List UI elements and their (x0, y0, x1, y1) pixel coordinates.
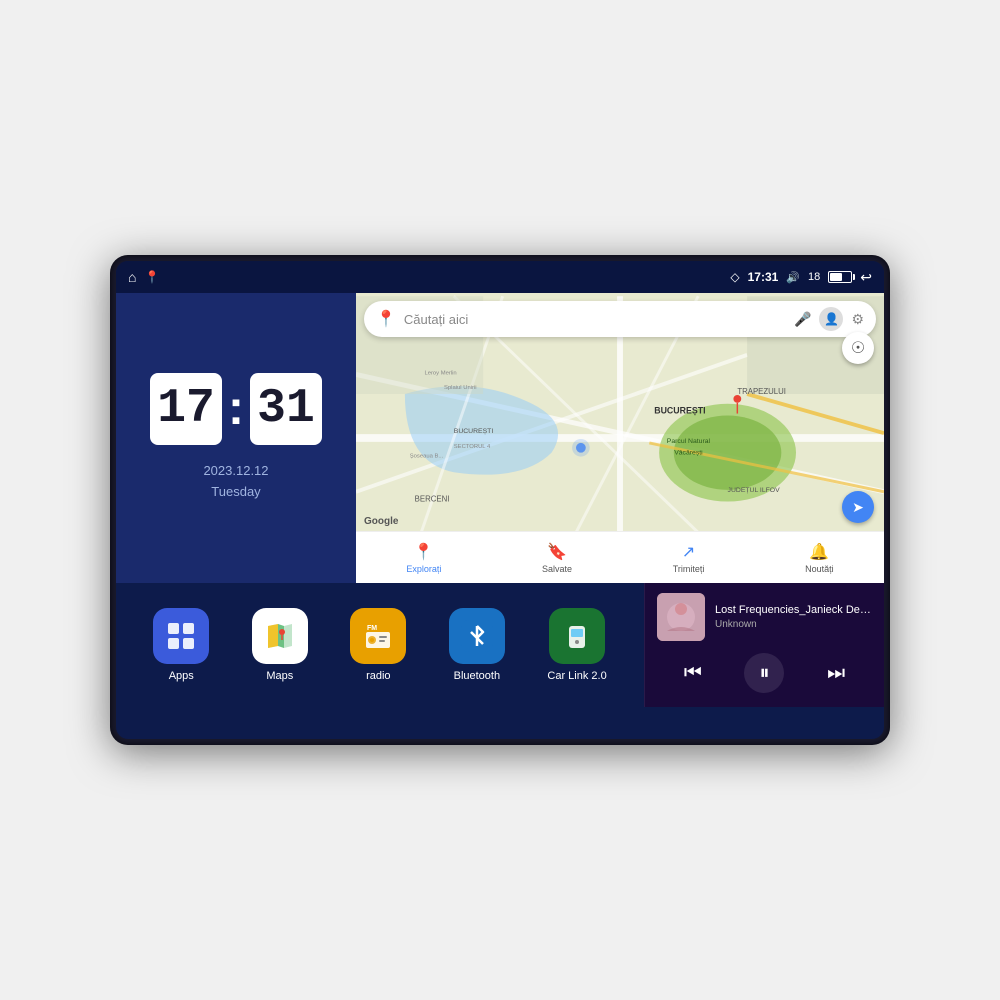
svg-text:JUDEȚUL ILFOV: JUDEȚUL ILFOV (728, 487, 781, 494)
status-right: ◇ 17:31 🔊 18 ↩ (730, 269, 872, 286)
location-nav-icon[interactable]: 📍 (144, 270, 159, 284)
clock-minute: 31 (250, 373, 322, 445)
svg-text:BUCUREȘTI: BUCUREȘTI (454, 428, 494, 435)
clock-panel: 17 : 31 2023.12.12 Tuesday (116, 293, 356, 583)
map-pin-icon: 📍 (376, 309, 396, 329)
map-bottom-nav: 📍 Explorați 🔖 Salvate ↗ Trimiteți 🔔 (356, 531, 884, 583)
map-zoom-button[interactable]: ☉ (842, 332, 874, 364)
svg-text:BUCUREȘTI: BUCUREȘTI (654, 406, 705, 416)
location-signal-icon: ◇ (730, 270, 739, 284)
main-content: 17 : 31 2023.12.12 Tuesday (116, 293, 884, 739)
explore-label: Explorați (406, 564, 441, 574)
status-bar: ⌂ 📍 ◇ 17:31 🔊 18 ↩ (116, 261, 884, 293)
volume-icon: 🔊 (786, 271, 800, 284)
share-icon: ↗ (682, 542, 695, 562)
app-item-radio[interactable]: FM radio (350, 608, 406, 682)
bottom-section: Apps (116, 583, 884, 707)
app-icon-apps (153, 608, 209, 664)
map-voice-icon[interactable]: 🎤 (794, 311, 811, 328)
clock-display: 17 : 31 (150, 373, 322, 445)
music-artist: Unknown (715, 619, 872, 630)
clock-date-value: 2023.12.12 (203, 461, 268, 482)
clock-date: 2023.12.12 Tuesday (203, 461, 268, 503)
status-left: ⌂ 📍 (128, 269, 159, 285)
app-label-radio: radio (366, 670, 390, 682)
svg-text:Splaiul Unirii: Splaiul Unirii (444, 385, 477, 391)
news-label: Noutăți (805, 564, 834, 574)
svg-text:BERCENI: BERCENI (415, 495, 450, 504)
battery-indicator (828, 271, 852, 283)
saved-icon: 🔖 (547, 542, 567, 562)
explore-icon: 📍 (414, 542, 434, 562)
app-icon-radio: FM (350, 608, 406, 664)
volume-level: 18 (808, 271, 820, 283)
map-navigate-button[interactable]: ➤ (842, 491, 874, 523)
music-play-button[interactable]: ⏸ (744, 653, 784, 693)
map-search-bar[interactable]: 📍 Căutați aici 🎤 👤 ⚙ (364, 301, 876, 337)
svg-text:Șoseaua B...: Șoseaua B... (410, 454, 444, 460)
svg-text:TRAPEZULUI: TRAPEZULUI (737, 387, 786, 396)
music-next-button[interactable]: ⏭ (816, 653, 856, 693)
music-controls: ⏮ ⏸ ⏭ (657, 653, 872, 693)
music-title: Lost Frequencies_Janieck Devy-... (715, 604, 872, 616)
map-nav-explore[interactable]: 📍 Explorați (406, 542, 441, 574)
google-logo: Google (364, 516, 398, 527)
news-icon: 🔔 (809, 542, 829, 562)
svg-text:Parcul Natural: Parcul Natural (667, 438, 711, 445)
device-frame: ⌂ 📍 ◇ 17:31 🔊 18 ↩ 17 (110, 255, 890, 745)
app-label-apps: Apps (169, 670, 194, 682)
app-icon-carlink (549, 608, 605, 664)
app-item-apps[interactable]: Apps (153, 608, 209, 682)
apps-dock: Apps (116, 583, 644, 707)
saved-label: Salvate (542, 564, 572, 574)
share-label: Trimiteți (673, 564, 705, 574)
music-thumbnail (657, 593, 705, 641)
music-info: Lost Frequencies_Janieck Devy-... Unknow… (715, 604, 872, 630)
app-label-carlink: Car Link 2.0 (547, 670, 606, 682)
app-item-maps[interactable]: Maps (252, 608, 308, 682)
app-label-maps: Maps (266, 670, 293, 682)
music-header: Lost Frequencies_Janieck Devy-... Unknow… (657, 593, 872, 641)
app-item-carlink[interactable]: Car Link 2.0 (547, 608, 606, 682)
svg-text:SECTORUL 4: SECTORUL 4 (454, 444, 491, 450)
map-user-icon[interactable]: 👤 (819, 307, 843, 331)
map-panel[interactable]: BUCUREȘTI TRAPEZULUI JUDEȚUL ILFOV BERCE… (356, 293, 884, 583)
clock-colon: : (228, 373, 244, 445)
map-nav-saved[interactable]: 🔖 Salvate (542, 542, 572, 574)
app-icon-bluetooth (449, 608, 505, 664)
svg-text:Văcărești: Văcărești (674, 450, 703, 457)
map-nav-news[interactable]: 🔔 Noutăți (805, 542, 834, 574)
svg-text:FM: FM (367, 625, 377, 632)
home-icon[interactable]: ⌂ (128, 269, 136, 285)
music-player: Lost Frequencies_Janieck Devy-... Unknow… (644, 583, 884, 707)
device-screen: ⌂ 📍 ◇ 17:31 🔊 18 ↩ 17 (116, 261, 884, 739)
app-icon-maps (252, 608, 308, 664)
app-label-bluetooth: Bluetooth (454, 670, 500, 682)
back-icon[interactable]: ↩ (860, 269, 872, 286)
app-item-bluetooth[interactable]: Bluetooth (449, 608, 505, 682)
status-time: 17:31 (748, 270, 779, 284)
music-prev-button[interactable]: ⏮ (673, 653, 713, 693)
svg-text:Leroy Merlin: Leroy Merlin (424, 370, 456, 376)
clock-hour: 17 (150, 373, 222, 445)
map-nav-share[interactable]: ↗ Trimiteți (673, 542, 705, 574)
top-section: 17 : 31 2023.12.12 Tuesday (116, 293, 884, 583)
map-settings-icon[interactable]: ⚙ (851, 311, 864, 328)
clock-day-value: Tuesday (203, 482, 268, 503)
map-search-text[interactable]: Căutați aici (404, 312, 786, 327)
